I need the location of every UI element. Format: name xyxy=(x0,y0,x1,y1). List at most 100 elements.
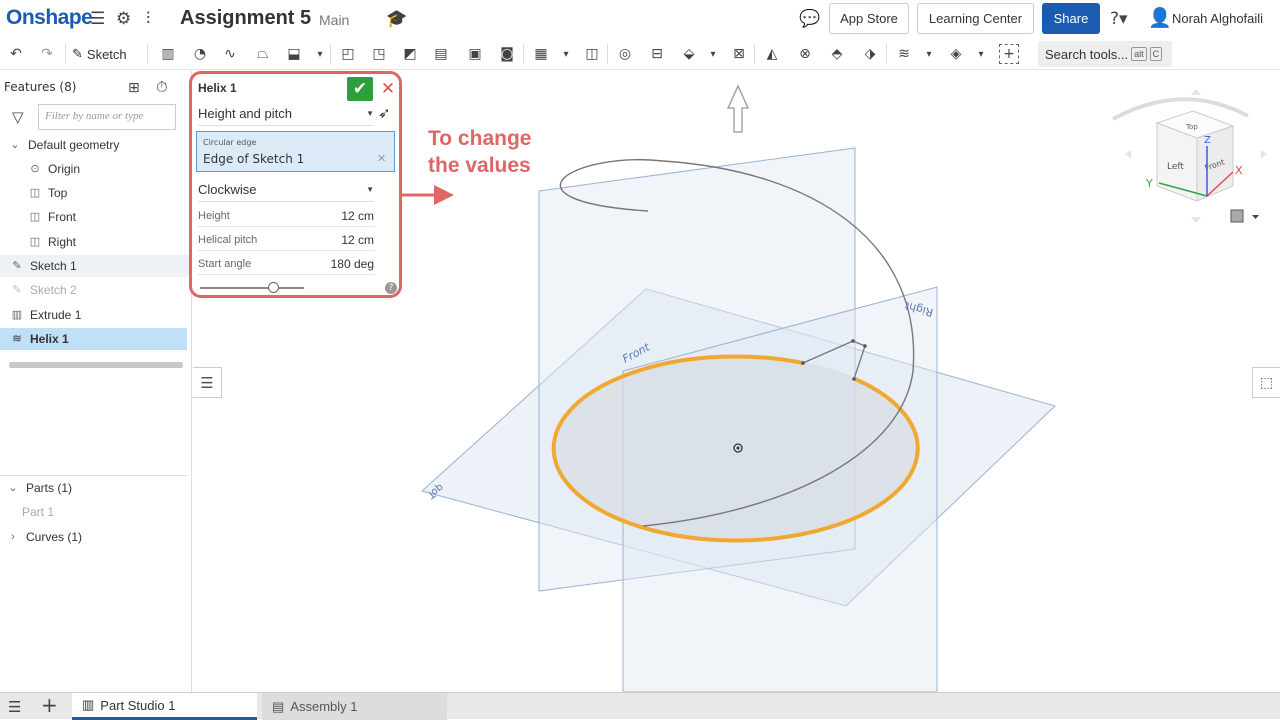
chevron-down-icon[interactable]: ▾ xyxy=(310,44,330,64)
chevron-down-icon[interactable] xyxy=(1252,215,1259,219)
loft-icon[interactable]: ⏢ xyxy=(253,44,273,64)
circular-edge-selection[interactable]: Circular edge Edge of Sketch 1 ✕ xyxy=(196,131,395,172)
filter-icon[interactable]: ▽ xyxy=(12,107,24,127)
view-cube-arrow-up[interactable] xyxy=(1191,89,1201,95)
tab-part-studio-1[interactable]: ▥ Part Studio 1 xyxy=(72,693,257,720)
transform-icon[interactable]: ⬙ xyxy=(679,44,699,64)
undo-icon[interactable]: ↶ xyxy=(6,44,26,64)
configuration-icon[interactable]: ⫶ xyxy=(146,9,150,29)
user-name[interactable]: Norah Alghofaili xyxy=(1172,11,1263,26)
delete-face-icon[interactable]: ⊗ xyxy=(795,44,815,64)
onshape-logo[interactable]: Onshape xyxy=(6,6,93,30)
help-icon[interactable]: ?▾ xyxy=(1110,9,1128,29)
document-title[interactable]: Assignment 5 xyxy=(180,7,311,30)
shortcut-key: C xyxy=(1149,47,1163,61)
feature-item-extrude-1[interactable]: ▥ Extrude 1 xyxy=(10,304,82,326)
feature-item-right[interactable]: ◫ Right xyxy=(28,231,76,253)
chevron-down-icon[interactable]: ▾ xyxy=(919,44,939,64)
height-label: Height xyxy=(198,209,230,222)
thicken-icon[interactable]: ⬓ xyxy=(284,44,304,64)
height-value[interactable]: 12 cm xyxy=(341,209,374,223)
modify-fillet-icon[interactable]: ◭ xyxy=(762,44,782,64)
preview-slider-track[interactable] xyxy=(200,287,304,289)
preview-slider-handle[interactable] xyxy=(267,282,279,293)
add-custom-feature-icon[interactable]: + xyxy=(999,44,1019,64)
confirm-checkmark-button[interactable]: ✔ xyxy=(347,77,373,101)
delete-part-icon[interactable]: ⊠ xyxy=(729,44,749,64)
add-folder-icon[interactable]: ⊞ xyxy=(128,78,140,98)
sweep-icon[interactable]: ∿ xyxy=(220,44,240,64)
plane-icon: ◫ xyxy=(29,187,41,199)
fillet-icon[interactable]: ◰ xyxy=(338,44,358,64)
feature-item-helix-1[interactable]: ≋ Helix 1 xyxy=(0,328,187,350)
draft-icon[interactable]: ◩ xyxy=(400,44,420,64)
feature-item-top[interactable]: ◫ Top xyxy=(28,182,68,204)
view-cube-arrow-left[interactable] xyxy=(1125,150,1131,158)
helix-curve-icon[interactable]: ≋ xyxy=(894,44,914,64)
learning-center-button[interactable]: Learning Center xyxy=(917,3,1034,34)
render-mode-icon[interactable] xyxy=(1230,209,1244,223)
height-field[interactable]: Height 12 cm xyxy=(198,205,374,227)
move-face-icon[interactable]: ⬘ xyxy=(827,44,847,64)
search-tools-button[interactable]: Search tools... alt C xyxy=(1038,41,1172,67)
chamfer-icon[interactable]: ◳ xyxy=(369,44,389,64)
angle-value[interactable]: 180 deg xyxy=(331,257,374,271)
feature-list-scrollbar[interactable] xyxy=(9,362,183,368)
add-tab-icon[interactable]: + xyxy=(41,695,58,715)
parts-group[interactable]: ⌄ Parts (1) xyxy=(6,477,72,499)
help-icon[interactable]: ? xyxy=(385,282,397,294)
default-geometry-group[interactable]: ⌄ Default geometry xyxy=(8,134,119,156)
clear-selection-icon[interactable]: ✕ xyxy=(377,152,386,165)
menu-icon[interactable]: ☰ xyxy=(90,9,105,29)
plane-icon[interactable]: ◈ xyxy=(946,44,966,64)
direction-value: Clockwise xyxy=(198,182,257,197)
search-tools-label: Search tools... xyxy=(1045,46,1129,62)
curves-group[interactable]: › Curves (1) xyxy=(6,526,82,548)
comment-icon[interactable]: 💬 xyxy=(799,9,820,29)
split-icon[interactable]: ⊟ xyxy=(647,44,667,64)
tab-assembly-1[interactable]: ▤ Assembly 1 xyxy=(262,693,447,720)
view-cube-arrow-right[interactable] xyxy=(1261,150,1267,158)
instance-list-toggle-icon[interactable]: ☰ xyxy=(193,367,222,398)
boolean-icon[interactable]: ◎ xyxy=(615,44,635,64)
version-graph-icon[interactable]: ⚙ xyxy=(116,9,131,29)
opposite-direction-icon[interactable]: ➶ xyxy=(378,104,391,122)
dialog-title: Helix 1 xyxy=(198,81,237,95)
user-avatar-icon[interactable]: 👤 xyxy=(1148,8,1172,28)
revolve-icon[interactable]: ◔ xyxy=(190,44,210,64)
replace-face-icon[interactable]: ⬗ xyxy=(860,44,880,64)
mirror-icon[interactable]: ◫ xyxy=(582,44,602,64)
chevron-down-icon[interactable]: ▾ xyxy=(703,44,723,64)
helix-type-select[interactable]: Height and pitch ▼ xyxy=(198,102,374,126)
tab-manager-icon[interactable]: ☰ xyxy=(8,697,21,717)
feature-item-front[interactable]: ◫ Front xyxy=(28,206,76,228)
sketch-button[interactable]: ✎ Sketch xyxy=(72,44,127,64)
feature-filter-input[interactable]: Filter by name or type xyxy=(38,104,176,130)
rollback-timer-icon[interactable]: ⏱ xyxy=(156,77,168,97)
start-angle-field[interactable]: Start angle 180 deg xyxy=(198,253,374,275)
hole-icon[interactable]: ◙ xyxy=(497,44,517,64)
cancel-close-button[interactable]: ✕ xyxy=(379,77,397,101)
shell-icon[interactable]: ▣ xyxy=(465,44,485,64)
app-store-button[interactable]: App Store xyxy=(829,3,909,34)
extrude-icon[interactable]: ▥ xyxy=(158,44,178,64)
up-arrow-icon[interactable] xyxy=(726,84,750,133)
pattern-icon[interactable]: ▦ xyxy=(531,44,551,64)
graduation-cap-icon[interactable]: 🎓 xyxy=(386,9,407,29)
redo-icon[interactable]: ↷ xyxy=(37,44,57,64)
helical-pitch-field[interactable]: Helical pitch 12 cm xyxy=(198,229,374,251)
view-cube[interactable]: Top Left Front X Y Z xyxy=(1112,89,1267,223)
feature-item-origin[interactable]: ⊙ Origin xyxy=(28,158,80,180)
chevron-down-icon[interactable]: ▾ xyxy=(556,44,576,64)
chevron-down-icon[interactable]: ▾ xyxy=(971,44,991,64)
feature-item-sketch-2[interactable]: ✎ Sketch 2 xyxy=(10,279,76,301)
share-button[interactable]: Share xyxy=(1042,3,1100,34)
view-cube-arrow-down[interactable] xyxy=(1191,217,1201,223)
part-item[interactable]: Part 1 xyxy=(22,501,54,523)
direction-select[interactable]: Clockwise ▼ xyxy=(198,178,374,202)
parts-divider[interactable] xyxy=(0,475,187,476)
rib-icon[interactable]: ▤ xyxy=(431,44,451,64)
appearance-panel-toggle-icon[interactable]: ⬚ xyxy=(1252,367,1280,398)
pitch-value[interactable]: 12 cm xyxy=(341,233,374,247)
feature-item-sketch-1[interactable]: ✎ Sketch 1 xyxy=(0,255,191,277)
